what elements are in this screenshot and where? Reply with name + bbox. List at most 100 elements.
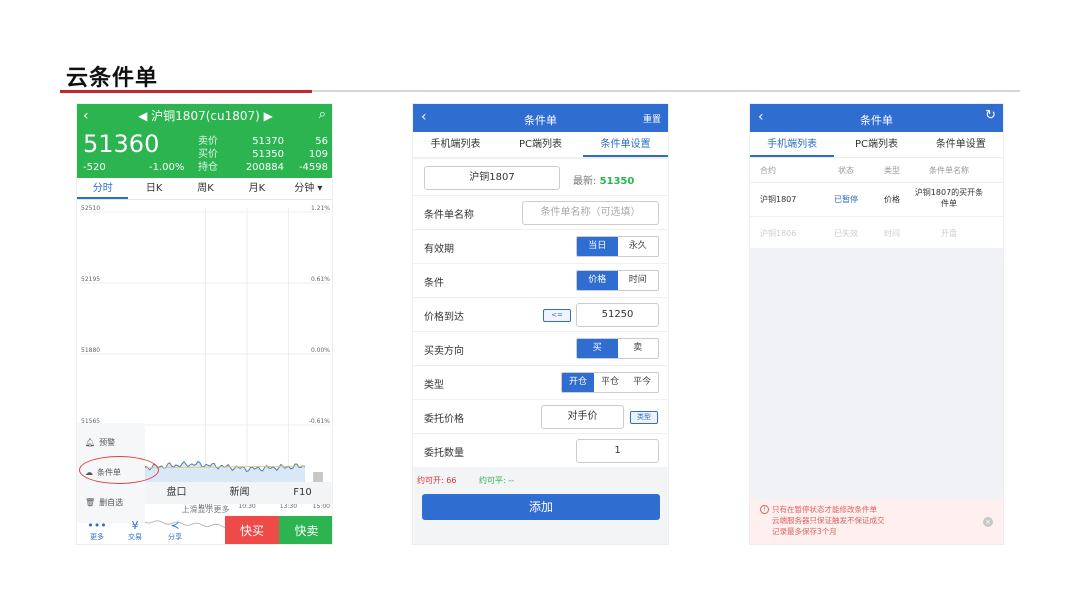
slide: 云条件单 ‹ ◀ 沪铜1807(cu1807) ▶ ⌕ 51360 -520 -… [0, 0, 1080, 608]
close-icon[interactable]: × [983, 517, 993, 527]
quote-table: 卖价 51370 56 买价 51350 109 持仓 200884 -4598 [198, 135, 328, 174]
menu-item-alert[interactable]: 🔔︎ 预警 [85, 437, 115, 448]
field-label: 委托数量 [424, 448, 464, 459]
table-row[interactable]: 沪铜1806 已失效 时间 开盘 [750, 216, 1003, 248]
option-open[interactable]: 开仓 [562, 373, 594, 392]
price-change: -520 [83, 162, 106, 173]
row-type: 类型 开仓 平仓 平今 [413, 365, 668, 399]
quote-volume: 109 [308, 149, 328, 160]
option-buy[interactable]: 买 [577, 339, 618, 358]
y-tick-label: 51880 [81, 347, 100, 354]
tab-mobile-list[interactable]: 手机端列表 [750, 132, 835, 157]
divider [413, 158, 668, 159]
quote-volume: 56 [315, 136, 328, 147]
nav-bar: ‹ 条件单 ↻ [750, 104, 1003, 132]
nav-trade[interactable]: ¥ 交易 [121, 519, 149, 542]
list-header: 合约 状态 类型 条件单名称 [750, 158, 1003, 180]
refresh-icon[interactable]: ↻ [985, 108, 996, 123]
contract-select[interactable]: 沪铜1807 [424, 166, 560, 190]
y-tick-label: 52195 [81, 276, 100, 283]
phone-market-screen: ‹ ◀ 沪铜1807(cu1807) ▶ ⌕ 51360 -520 -1.00%… [76, 103, 333, 545]
page-title: 条件单 [524, 114, 557, 127]
quote-label: 卖价 [198, 136, 218, 147]
more-icon: ••• [87, 519, 107, 532]
info-icon: ! [760, 505, 769, 514]
tab-pc-list[interactable]: PC端列表 [498, 132, 583, 157]
nav-more[interactable]: ••• 更多 [83, 519, 111, 542]
trigger-price-input[interactable]: 51250 [576, 303, 659, 327]
nav-label: 更多 [90, 533, 104, 541]
quantity-input[interactable]: 1 [576, 439, 659, 463]
quick-sell-button[interactable]: 快卖 [279, 516, 332, 544]
order-price-input[interactable]: 对手价 [541, 405, 624, 429]
last-price: 51360 [83, 130, 160, 158]
toolbar-f10[interactable]: F10 [271, 482, 332, 504]
row-price-reach: 价格到达 <= 51250 [413, 297, 668, 331]
field-label: 价格到达 [424, 312, 464, 323]
col-status: 状态 [838, 166, 854, 175]
can-open-text: 约可开: 66 [417, 476, 457, 485]
nav-share[interactable]: ≺ 分享 [161, 519, 189, 542]
contract-title[interactable]: ◀ 沪铜1807(cu1807) ▶ [77, 107, 332, 124]
option-close[interactable]: 平仓 [594, 373, 626, 392]
option-permanent[interactable]: 永久 [617, 237, 658, 256]
toolbar-news[interactable]: 新闻 [208, 482, 271, 504]
row-order-name: 条件单名称 条件单名称（可选填） [413, 195, 668, 229]
quote-value: 51370 [252, 136, 284, 147]
quote-header: ‹ ◀ 沪铜1807(cu1807) ▶ ⌕ 51360 -520 -1.00%… [77, 104, 332, 178]
tab-intraday[interactable]: 分时 [77, 178, 129, 199]
cell-name: 开盘 [941, 229, 957, 238]
slide-hint: 上滑显示更多 [181, 505, 230, 514]
title-accent-bar [60, 90, 312, 93]
latest-value: 51350 [599, 176, 635, 187]
price-type-button[interactable]: 类型 [630, 411, 658, 424]
tab-monthly-k[interactable]: 月K [231, 178, 282, 199]
option-price[interactable]: 价格 [577, 271, 618, 290]
tab-mobile-list[interactable]: 手机端列表 [413, 132, 498, 157]
notice-line: 云端服务器只保证触发不保证成交 [772, 516, 885, 525]
order-tabs: 手机端列表 PC端列表 条件单设置 [750, 132, 1003, 158]
phone-order-list-screen: ‹ 条件单 ↻ 手机端列表 PC端列表 条件单设置 合约 状态 类型 条件单名称… [749, 103, 1004, 545]
cell-status: 已失效 [834, 229, 858, 238]
field-label: 条件 [424, 278, 444, 289]
slide-title: 云条件单 [66, 66, 159, 91]
reset-button[interactable]: 重置 [643, 112, 661, 125]
action-footer: 约可开: 66 约可平: -- 添加 [413, 467, 668, 544]
col-type: 类型 [884, 166, 900, 175]
direction-toggle: 买 卖 [576, 338, 659, 359]
table-row[interactable]: 沪铜1807 已暂停 价格 沪铜1807的买开条件单 [750, 182, 1003, 214]
expand-icon [313, 472, 323, 482]
cell-name: 沪铜1807的买开条件单 [914, 188, 984, 208]
menu-label: 预警 [99, 438, 116, 447]
option-sell[interactable]: 卖 [617, 339, 658, 358]
tab-order-settings[interactable]: 条件单设置 [583, 132, 668, 157]
can-close-text: 约可平: -- [479, 476, 515, 485]
tab-weekly-k[interactable]: 周K [180, 178, 231, 199]
quick-buy-button[interactable]: 快买 [225, 516, 279, 544]
row-direction: 买卖方向 买 卖 [413, 331, 668, 365]
option-time[interactable]: 时间 [617, 271, 658, 290]
row-condition: 条件 价格 时间 [413, 263, 668, 297]
operator-button[interactable]: <= [543, 309, 571, 322]
condition-toggle: 价格 时间 [576, 270, 659, 291]
tab-order-settings[interactable]: 条件单设置 [919, 132, 1003, 157]
cell-type: 价格 [884, 195, 900, 204]
y-pct-label: 1.21% [311, 205, 330, 212]
chart-period-tabs: 分时 日K 周K 月K 分钟 ▾ [77, 178, 332, 200]
quote-row: 持仓 200884 -4598 [198, 161, 328, 174]
nav-bar: ‹ 条件单 重置 [413, 104, 668, 132]
add-button[interactable]: 添加 [422, 494, 660, 520]
order-name-input[interactable]: 条件单名称（可选填） [522, 201, 659, 225]
option-today[interactable]: 当日 [577, 237, 618, 256]
tab-daily-k[interactable]: 日K [128, 178, 179, 199]
cell-status: 已暂停 [834, 195, 858, 204]
tab-minute[interactable]: 分钟 ▾ [283, 178, 332, 199]
quote-value: 200884 [245, 162, 284, 173]
phone-order-setup-screen: ‹ 条件单 重置 手机端列表 PC端列表 条件单设置 沪铜1807 最新: 51… [412, 103, 669, 545]
option-close-today[interactable]: 平今 [626, 373, 658, 392]
tab-pc-list[interactable]: PC端列表 [834, 132, 918, 157]
search-icon[interactable]: ⌕ [319, 107, 326, 122]
toolbar-orderbook[interactable]: 盘口 [145, 482, 208, 504]
quote-value: 51350 [252, 149, 284, 160]
y-pct-label: 0.61% [311, 276, 330, 283]
